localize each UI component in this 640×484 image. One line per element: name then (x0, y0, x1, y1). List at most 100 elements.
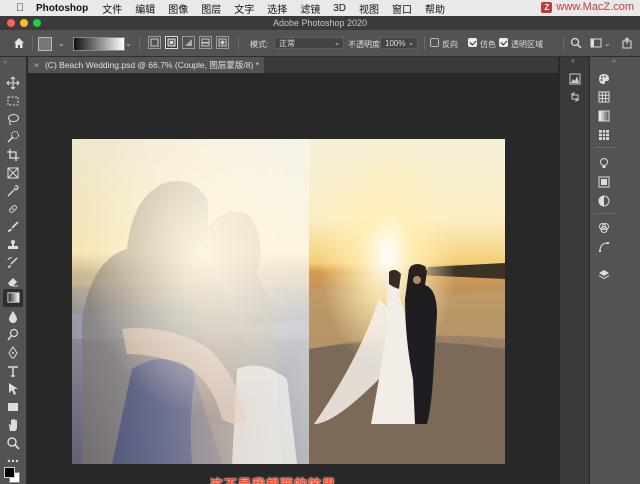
menu-select[interactable]: 选择 (267, 1, 287, 16)
divider (563, 36, 564, 50)
path-select-icon[interactable] (6, 382, 20, 396)
chevron-down-icon: ⌄ (334, 40, 340, 47)
crop-icon[interactable] (6, 148, 20, 162)
blur-icon[interactable] (6, 310, 20, 324)
window-controls (7, 19, 41, 27)
dither-label: 仿色 (480, 40, 496, 49)
search-icon[interactable] (570, 37, 582, 49)
blend-mode-select[interactable]: 正常 ⌄ (274, 37, 344, 49)
transparency-label: 透明区域 (511, 40, 543, 49)
document-canvas[interactable] (72, 139, 505, 464)
menu-edit[interactable]: 编辑 (135, 1, 155, 16)
transparency-checkbox[interactable] (499, 38, 508, 47)
minimize-window-button[interactable] (20, 19, 28, 27)
gradient-icon (7, 292, 20, 303)
mode-label: 模式: (250, 40, 269, 49)
video-subtitle: 这不是我想要的效果 (210, 476, 336, 484)
collapse-icon[interactable]: « (612, 58, 616, 65)
divider (238, 36, 239, 50)
tools-panel: » (0, 57, 27, 484)
pen-icon[interactable] (6, 346, 20, 360)
menu-image[interactable]: 图像 (168, 1, 188, 16)
blend-mode-value: 正常 (279, 39, 295, 48)
menu-type[interactable]: 文字 (234, 1, 254, 16)
type-icon[interactable] (6, 364, 20, 378)
info-icon[interactable] (569, 91, 581, 103)
opacity-label: 不透明度: (348, 40, 383, 49)
document-tab-title: (C) Beach Wedding.psd @ 66.7% (Couple, 图… (44, 60, 259, 70)
quick-select-icon[interactable] (6, 130, 20, 144)
eraser-icon[interactable] (6, 274, 20, 288)
chevron-down-icon: ⌄ (408, 40, 414, 47)
divider (32, 36, 33, 50)
more-tools-icon[interactable] (6, 454, 20, 468)
learn-icon[interactable] (598, 157, 610, 169)
opacity-value: 100% (385, 39, 406, 48)
document-tab-bar: × (C) Beach Wedding.psd @ 66.7% (Couple, … (28, 57, 558, 73)
reflected-gradient-button[interactable] (199, 36, 212, 49)
angle-gradient-button[interactable] (182, 36, 195, 49)
adjustments-icon[interactable] (598, 195, 610, 207)
radial-gradient-button[interactable] (165, 36, 178, 49)
gradient-tool-button[interactable] (3, 289, 23, 307)
collapse-icon[interactable]: » (3, 59, 7, 66)
menu-layer[interactable]: 图层 (201, 1, 221, 16)
menu-file[interactable]: 文件 (102, 1, 122, 16)
brush-icon[interactable] (6, 220, 20, 234)
dither-checkbox[interactable] (468, 38, 477, 47)
watermark-text: www.MacZ.com (556, 1, 634, 13)
tool-preset-picker[interactable] (38, 37, 52, 51)
chevron-down-icon[interactable]: ⌄ (58, 39, 65, 48)
menu-bar:  Photoshop 文件 编辑 图像 图层 文字 选择 滤镜 3D 视图 窗… (0, 0, 640, 16)
healing-brush-icon[interactable] (6, 202, 20, 216)
gradients-icon[interactable] (598, 110, 610, 122)
foreground-color-swatch[interactable] (4, 467, 15, 478)
move-icon[interactable] (6, 76, 20, 90)
eyedropper-icon[interactable] (6, 184, 20, 198)
layers-icon[interactable] (598, 269, 610, 281)
libraries-icon[interactable] (598, 176, 610, 188)
marquee-icon[interactable] (6, 94, 20, 108)
diamond-gradient-button[interactable] (216, 36, 229, 49)
channels-icon[interactable] (598, 222, 610, 234)
hand-icon[interactable] (6, 418, 20, 432)
lasso-icon[interactable] (6, 112, 20, 126)
color-icon[interactable] (598, 73, 610, 85)
zoom-icon[interactable] (6, 436, 20, 450)
patterns-icon[interactable] (598, 129, 610, 141)
home-icon[interactable] (12, 36, 26, 50)
opacity-field[interactable]: 100% ⌄ (380, 37, 418, 49)
rectangle-icon[interactable] (6, 400, 20, 414)
gradient-picker[interactable] (73, 37, 125, 51)
menu-filter[interactable]: 滤镜 (300, 1, 320, 16)
frame-icon[interactable] (6, 166, 20, 180)
chevron-down-icon[interactable]: ⌄ (604, 39, 611, 48)
swatches-icon[interactable] (598, 91, 610, 103)
menu-view[interactable]: 视图 (359, 1, 379, 16)
document-tab[interactable]: × (C) Beach Wedding.psd @ 66.7% (Couple, … (28, 57, 264, 73)
couple-beach-photo (309, 139, 505, 464)
share-icon[interactable] (621, 37, 633, 49)
close-tab-icon[interactable]: × (34, 60, 39, 70)
stamp-icon[interactable] (6, 238, 20, 252)
close-window-button[interactable] (7, 19, 15, 27)
chevron-down-icon[interactable]: ⌄ (125, 39, 132, 48)
paths-icon[interactable] (598, 241, 610, 253)
dodge-icon[interactable] (6, 328, 20, 342)
divider (594, 213, 616, 214)
collapse-icon[interactable]: « (571, 58, 575, 65)
app-menu[interactable]: Photoshop (36, 3, 88, 14)
menu-window[interactable]: 窗口 (392, 1, 412, 16)
zoom-window-button[interactable] (33, 19, 41, 27)
collapsed-panel-column: « (559, 57, 589, 484)
workspace-icon[interactable] (590, 37, 602, 49)
divider (424, 36, 425, 50)
linear-gradient-button[interactable] (148, 36, 161, 49)
histogram-icon[interactable] (569, 73, 581, 85)
reverse-checkbox[interactable] (430, 38, 439, 47)
menu-3d[interactable]: 3D (333, 3, 346, 14)
history-brush-icon[interactable] (6, 256, 20, 270)
menu-help[interactable]: 帮助 (425, 1, 445, 16)
watermark-logo-icon: Z (541, 1, 553, 13)
apple-menu-icon[interactable]:  (14, 2, 26, 14)
